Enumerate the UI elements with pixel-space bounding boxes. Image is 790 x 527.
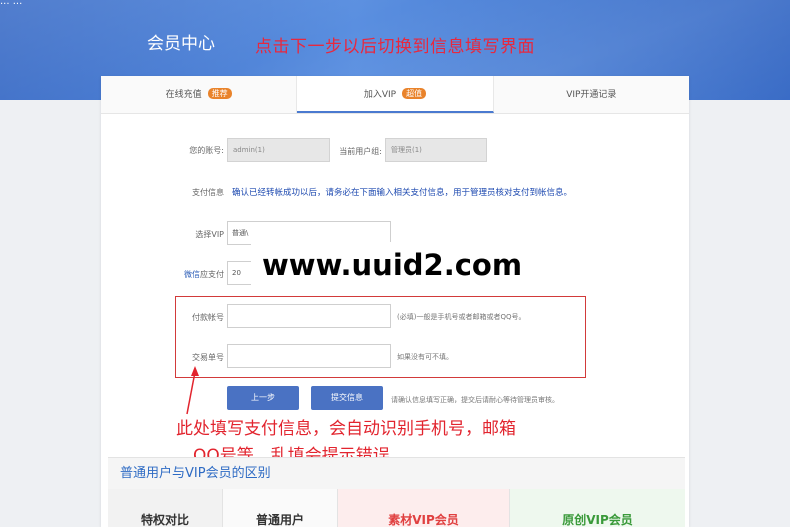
header-annotation: 点击下一步以后切换到信息填写界面 [255,37,535,57]
page-title: 会员中心 [147,34,215,54]
compare-header-material-vip: 素材VIP会员 [338,489,510,527]
annotation-line-1: 此处填写支付信息，会自动识别手机号，邮箱 [176,419,516,439]
compare-header-original-vip: 原创VIP会员 [510,489,685,527]
header-top-chars: ... ... [0,0,23,7]
compare-section-title: 普通用户与VIP会员的区别 [108,457,685,489]
compare-header-row: 特权对比 普通用户 素材VIP会员 原创VIP会员 [108,489,685,527]
compare-header-privilege: 特权对比 [108,489,223,527]
compare-header-normal: 普通用户 [223,489,338,527]
